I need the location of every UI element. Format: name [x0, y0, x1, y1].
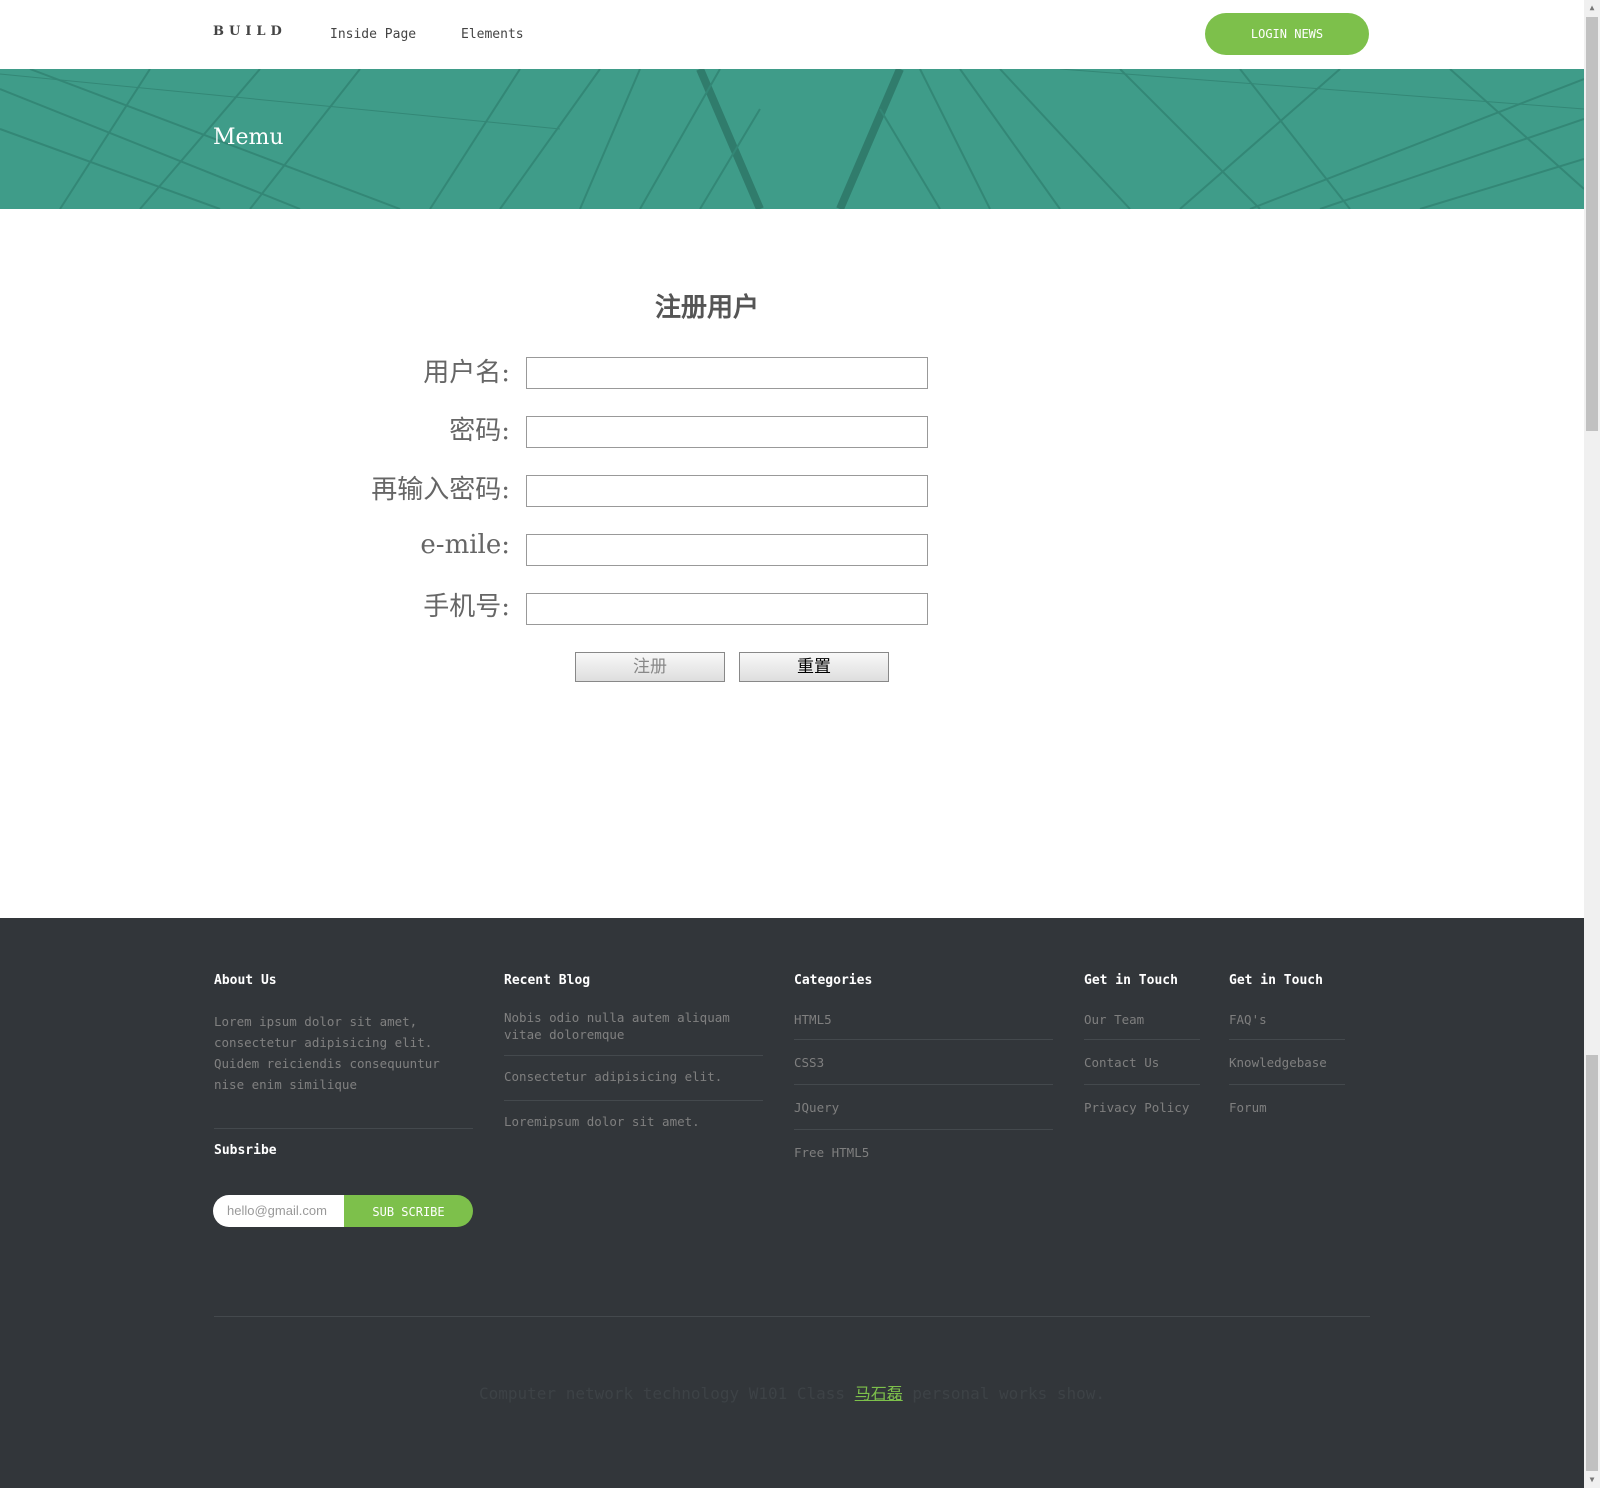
- touch-link[interactable]: Forum: [1229, 1100, 1267, 1115]
- password-label: 密码:: [449, 416, 510, 446]
- divider: [504, 1055, 763, 1056]
- hero-banner: Memu: [0, 69, 1584, 209]
- divider: [1084, 1039, 1200, 1040]
- form-title: 注册用户: [655, 293, 760, 323]
- scroll-thumb[interactable]: [1586, 17, 1598, 431]
- username-input[interactable]: [526, 357, 928, 389]
- category-item[interactable]: Free HTML5: [794, 1145, 869, 1160]
- scroll-down-arrow-icon[interactable]: ▼: [1584, 1472, 1600, 1488]
- categories-heading: Categories: [794, 973, 873, 988]
- phone-label: 手机号:: [423, 592, 510, 622]
- register-button[interactable]: 注册: [575, 652, 725, 682]
- about-heading: About Us: [214, 973, 277, 988]
- divider: [794, 1039, 1053, 1040]
- divider: [504, 1100, 763, 1101]
- login-news-button[interactable]: LOGIN NEWS: [1205, 13, 1369, 55]
- username-label: 用户名:: [423, 358, 510, 388]
- page-title: Memu: [213, 125, 284, 150]
- divider: [794, 1129, 1053, 1130]
- reset-button[interactable]: 重置: [739, 652, 889, 682]
- top-navbar: BUILD Inside Page Elements LOGIN NEWS: [0, 0, 1584, 70]
- email-input[interactable]: [526, 534, 928, 566]
- touch-link[interactable]: Contact Us: [1084, 1055, 1159, 1070]
- touch-link[interactable]: FAQ's: [1229, 1012, 1267, 1027]
- subscribe-email-input[interactable]: hello@gmail.com: [213, 1195, 347, 1227]
- scroll-up-arrow-icon[interactable]: ▲: [1584, 0, 1600, 16]
- category-item[interactable]: JQuery: [794, 1100, 839, 1115]
- blog-item[interactable]: Loremipsum dolor sit amet.: [504, 1114, 700, 1129]
- phone-input[interactable]: [526, 593, 928, 625]
- email-label: e-mile:: [420, 530, 510, 560]
- nav-inside-page[interactable]: Inside Page: [330, 27, 416, 42]
- category-item[interactable]: CSS3: [794, 1055, 824, 1070]
- confirm-password-label: 再输入密码:: [371, 475, 510, 505]
- vertical-scrollbar[interactable]: ▲ ▼: [1584, 0, 1600, 1488]
- divider: [1229, 1039, 1345, 1040]
- touch-link[interactable]: Our Team: [1084, 1012, 1144, 1027]
- get-in-touch-heading: Get in Touch: [1084, 973, 1178, 988]
- divider: [794, 1084, 1053, 1085]
- divider: [214, 1128, 473, 1129]
- nav-elements[interactable]: Elements: [461, 27, 524, 42]
- touch-link[interactable]: Privacy Policy: [1084, 1100, 1189, 1115]
- blog-item[interactable]: Consectetur adipisicing elit.: [504, 1069, 722, 1084]
- footer-divider: [214, 1316, 1370, 1317]
- get-in-touch-heading: Get in Touch: [1229, 973, 1323, 988]
- brand-logo[interactable]: BUILD: [213, 24, 287, 39]
- copyright-suffix: personal works show.: [912, 1384, 1105, 1403]
- divider: [1229, 1084, 1345, 1085]
- blog-item[interactable]: Nobis odio nulla autem aliquam vitae dol…: [504, 1009, 754, 1043]
- subscribe-heading: Subsribe: [214, 1143, 277, 1158]
- touch-link[interactable]: Knowledgebase: [1229, 1055, 1327, 1070]
- copyright: Computer network technology W101 Class 马…: [0, 1380, 1584, 1404]
- copyright-prefix: Computer network technology W101 Class: [479, 1384, 846, 1403]
- author-link[interactable]: 马石磊: [855, 1384, 903, 1403]
- footer: About Us Lorem ipsum dolor sit amet, con…: [0, 918, 1584, 1488]
- about-text: Lorem ipsum dolor sit amet, consectetur …: [214, 1014, 440, 1092]
- divider: [1084, 1084, 1200, 1085]
- password-input[interactable]: [526, 416, 928, 448]
- confirm-password-input[interactable]: [526, 475, 928, 507]
- scroll-thumb-lower[interactable]: [1586, 1055, 1598, 1471]
- subscribe-button[interactable]: SUB SCRIBE: [344, 1195, 473, 1227]
- category-item[interactable]: HTML5: [794, 1012, 832, 1027]
- recent-blog-heading: Recent Blog: [504, 973, 591, 988]
